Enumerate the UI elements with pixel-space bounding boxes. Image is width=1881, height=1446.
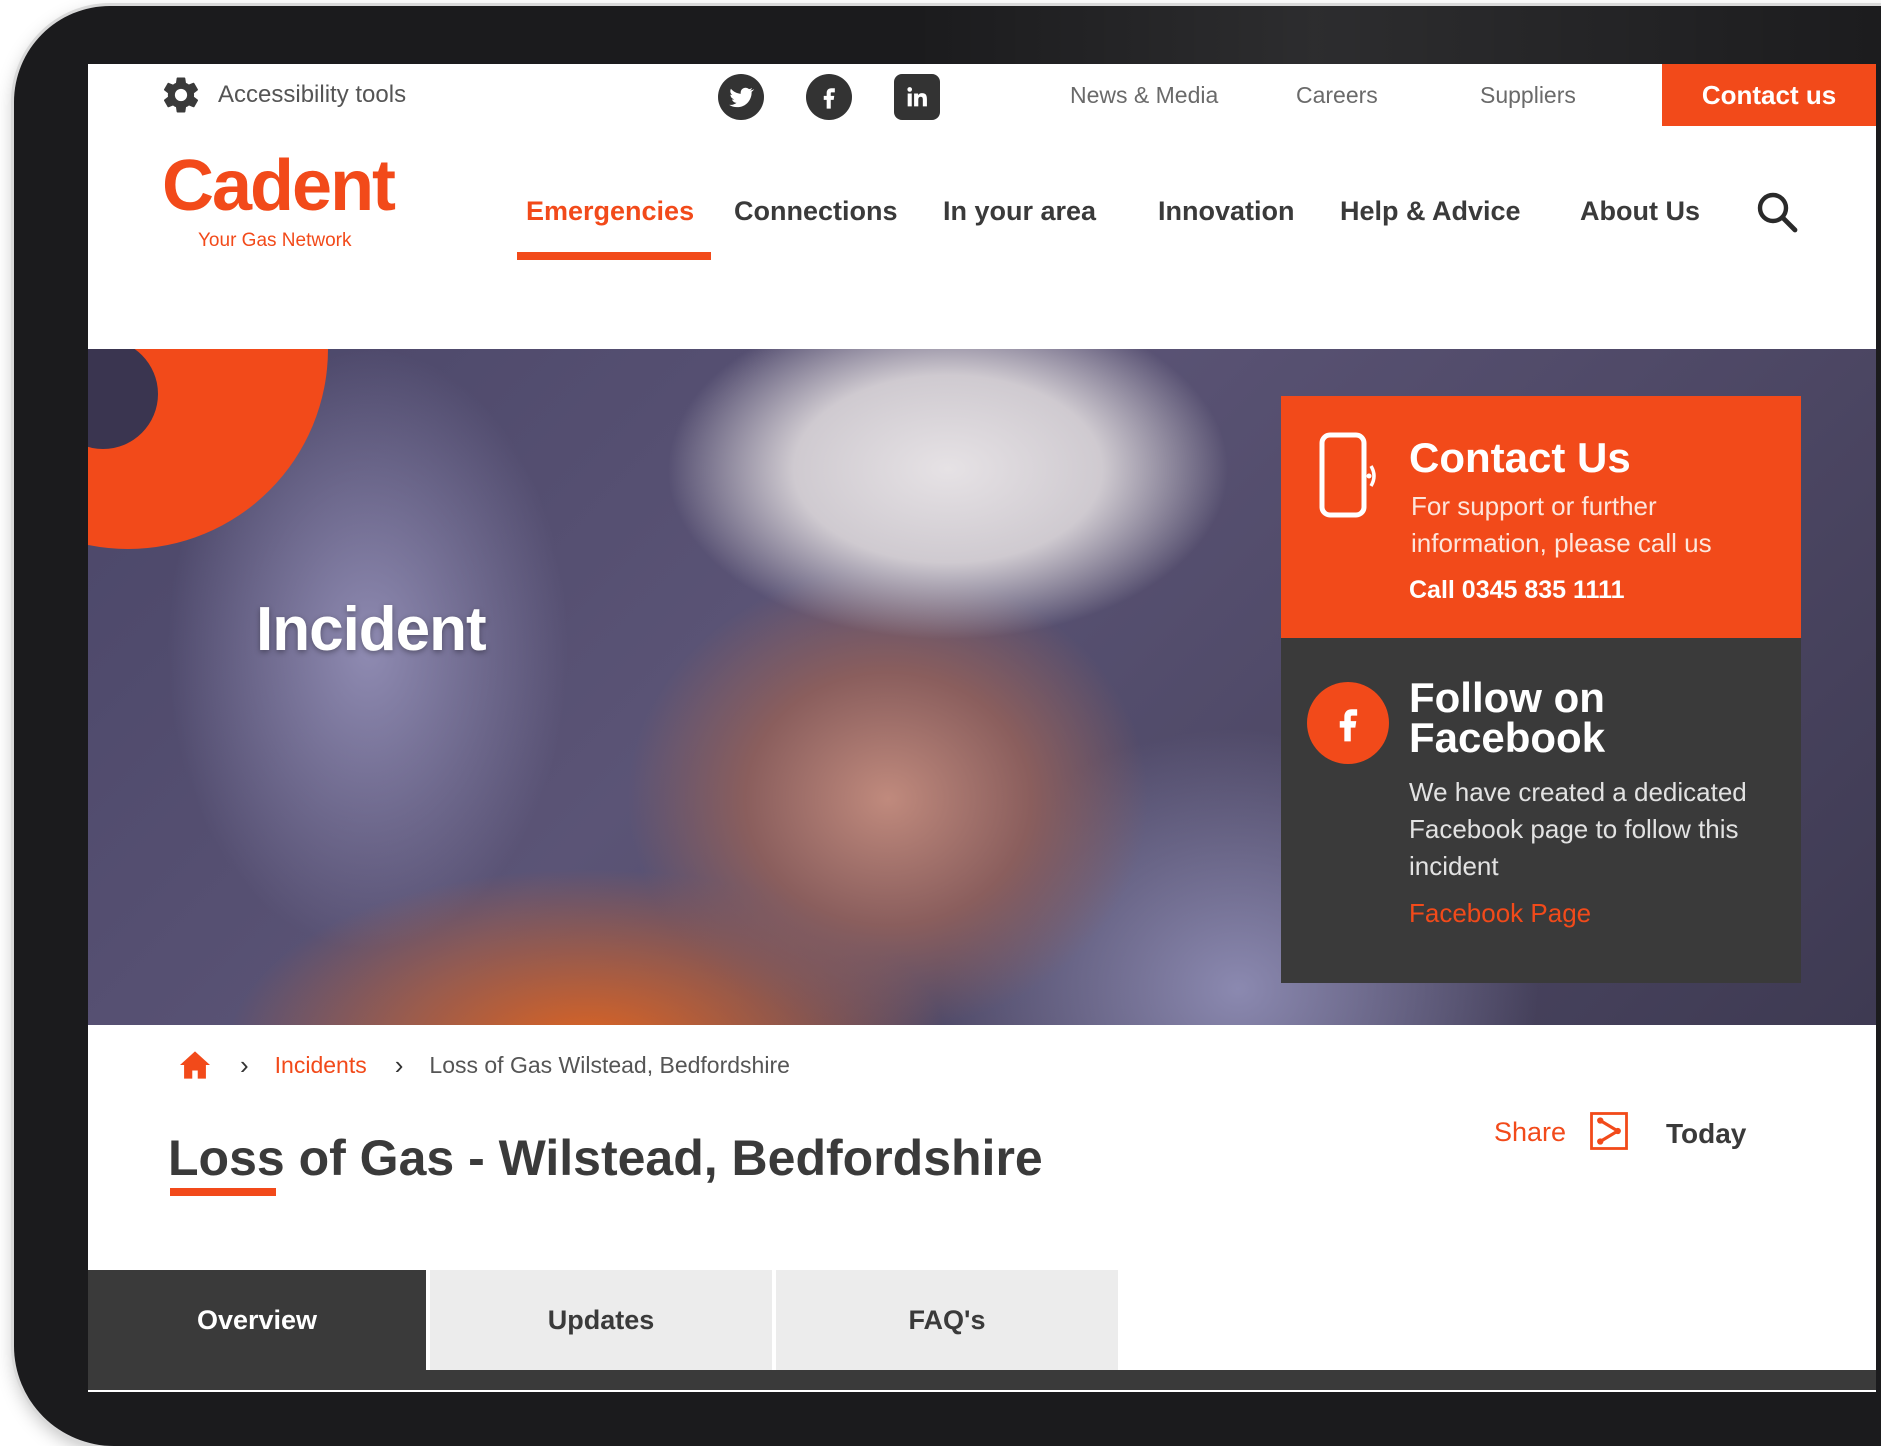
gear-icon <box>163 77 199 113</box>
frame-gloss <box>914 6 1881 66</box>
accessibility-tools-label: Accessibility tools <box>218 81 407 108</box>
contact-panel: Contact Us For support or further inform… <box>1281 396 1801 638</box>
mobile-phone-icon <box>1319 432 1376 518</box>
linkedin-icon[interactable] <box>894 74 940 120</box>
nav-item-innovation[interactable]: Innovation <box>1158 196 1295 227</box>
contact-phone-number[interactable]: Call 0345 835 1111 <box>1409 576 1625 605</box>
nav-item-connections[interactable]: Connections <box>734 196 898 227</box>
tab-updates[interactable]: Updates <box>426 1270 773 1370</box>
careers-link[interactable]: Careers <box>1296 82 1378 109</box>
hero-banner: Incident Contact Us For support or furth… <box>88 349 1876 1025</box>
twitter-icon[interactable] <box>718 74 764 120</box>
tab-overview[interactable]: Overview <box>88 1270 427 1370</box>
active-nav-underline <box>517 252 711 260</box>
hero-title: Incident <box>256 595 487 664</box>
news-media-link[interactable]: News & Media <box>1070 82 1218 109</box>
contact-us-button[interactable]: Contact us <box>1662 64 1876 126</box>
social-links <box>718 74 940 120</box>
tab-faqs[interactable]: FAQ's <box>772 1270 1118 1370</box>
logo-name: Cadent <box>162 146 396 226</box>
breadcrumb-current: Loss of Gas Wilstead, Bedfordshire <box>429 1051 790 1078</box>
title-underline <box>170 1188 276 1196</box>
main-header: Cadent Your Gas Network Emergencies Conn… <box>88 126 1876 349</box>
chevron-right-icon: › <box>240 1049 249 1080</box>
search-icon[interactable] <box>1753 188 1801 236</box>
accessibility-tools-button[interactable]: Accessibility tools <box>160 76 406 114</box>
page-title: Loss of Gas - Wilstead, Bedfordshire <box>168 1130 1043 1186</box>
breadcrumb-incidents-link[interactable]: Incidents <box>275 1052 367 1079</box>
nav-item-in-your-area[interactable]: In your area <box>943 196 1096 227</box>
facebook-panel-title: Follow on Facebook <box>1409 674 1606 761</box>
tab-bar: Overview Updates FAQ's <box>88 1270 1118 1370</box>
suppliers-link[interactable]: Suppliers <box>1480 82 1576 109</box>
nav-item-emergencies[interactable]: Emergencies <box>526 196 694 227</box>
utility-bar: Accessibility tools News & Media Careers… <box>88 64 1876 127</box>
facebook-page-link[interactable]: Facebook Page <box>1409 898 1591 929</box>
nav-item-help-advice[interactable]: Help & Advice <box>1340 196 1521 227</box>
facebook-icon <box>1307 682 1389 764</box>
tab-content-bar <box>88 1370 1876 1390</box>
logo-tagline: Your Gas Network <box>198 230 352 251</box>
browser-screen: Accessibility tools News & Media Careers… <box>88 64 1876 1392</box>
facebook-panel: Follow on Facebook We have created a ded… <box>1281 638 1801 983</box>
cadent-logo[interactable]: Cadent Your Gas Network <box>162 146 396 252</box>
chevron-right-icon: › <box>394 1049 404 1080</box>
share-label[interactable]: Share <box>1494 1117 1566 1148</box>
tablet-frame: Accessibility tools News & Media Careers… <box>14 6 1881 1446</box>
home-icon[interactable] <box>178 1050 212 1080</box>
nav-item-about-us[interactable]: About Us <box>1580 196 1700 227</box>
facebook-icon[interactable] <box>806 74 852 120</box>
hero-orange-shape <box>88 349 328 549</box>
contact-panel-text: For support or further information, plea… <box>1411 491 1712 558</box>
share-icon[interactable] <box>1588 1110 1630 1152</box>
facebook-panel-text: We have created a dedicated Facebook pag… <box>1409 777 1747 881</box>
contact-panel-title: Contact Us <box>1409 434 1631 481</box>
incident-date: Today <box>1666 1118 1747 1149</box>
breadcrumb: › Incidents › Loss of Gas Wilstead, Bedf… <box>178 1047 790 1083</box>
